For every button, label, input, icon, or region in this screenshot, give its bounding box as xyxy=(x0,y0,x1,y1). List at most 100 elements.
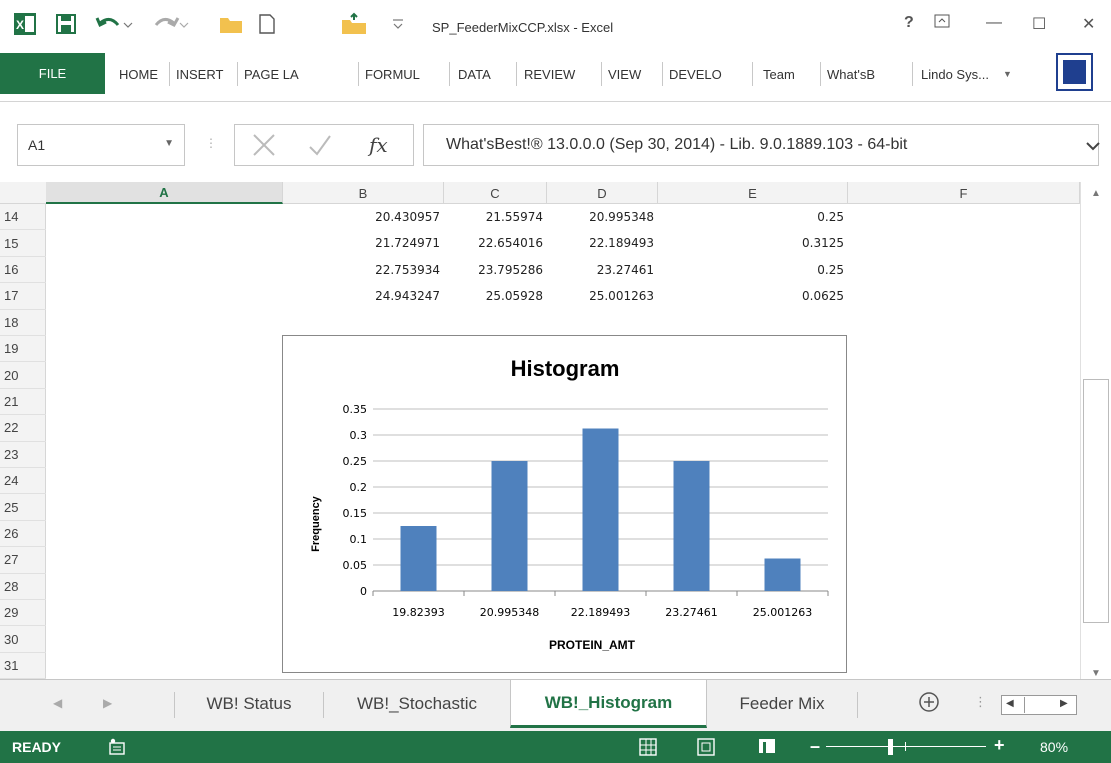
cell-E16[interactable]: 0.25 xyxy=(658,259,848,281)
row-header[interactable]: 16 xyxy=(0,257,46,284)
row-header[interactable]: 26 xyxy=(0,521,46,548)
cell-C14[interactable]: 21.55974 xyxy=(444,206,547,228)
help-button[interactable]: ? xyxy=(904,14,914,32)
chart-bar[interactable] xyxy=(400,526,437,591)
sheet-tab-wb-status[interactable]: WB! Status xyxy=(175,680,323,728)
row-header[interactable]: 30 xyxy=(0,626,46,653)
save-icon[interactable] xyxy=(55,12,77,36)
column-header[interactable]: F xyxy=(848,182,1080,204)
expand-formula-bar-icon[interactable] xyxy=(1086,140,1100,154)
cell-E17[interactable]: 0.0625 xyxy=(658,285,848,307)
chart-bar[interactable] xyxy=(673,461,710,591)
zoom-out-button[interactable]: – xyxy=(810,736,820,757)
row-header[interactable]: 18 xyxy=(0,310,46,336)
cell-D16[interactable]: 23.27461 xyxy=(547,259,658,281)
cell-E14[interactable]: 0.25 xyxy=(658,206,848,228)
column-header[interactable]: C xyxy=(444,182,547,204)
row-header[interactable]: 27 xyxy=(0,547,46,574)
scroll-thumb[interactable] xyxy=(1083,379,1109,623)
row-header[interactable]: 21 xyxy=(0,389,46,416)
page-layout-view-icon[interactable] xyxy=(696,737,716,760)
scroll-sheets-left-icon[interactable]: ◀ xyxy=(53,696,62,710)
file-tab[interactable]: FILE xyxy=(0,53,105,94)
zoom-slider[interactable] xyxy=(826,746,986,747)
tab-insert[interactable]: INSERT xyxy=(176,67,223,82)
column-header[interactable]: B xyxy=(283,182,444,204)
scroll-left-icon[interactable]: ◀ xyxy=(1006,698,1014,709)
row-header[interactable]: 17 xyxy=(0,283,46,310)
column-header[interactable]: D xyxy=(547,182,658,204)
minimize-button[interactable]: — xyxy=(986,14,1002,32)
tab-developer[interactable]: DEVELO xyxy=(669,67,722,82)
row-header[interactable]: 23 xyxy=(0,442,46,468)
row-header[interactable]: 14 xyxy=(0,204,46,231)
worksheet-grid[interactable]: A B C D E F 14 15 16 17 18 19 20 21 22 23 24 25 26 27… xyxy=(0,182,1111,679)
column-header[interactable]: A xyxy=(46,182,283,204)
row-header[interactable]: 19 xyxy=(0,336,46,363)
tab-data[interactable]: DATA xyxy=(458,67,491,82)
name-box[interactable]: A1 ▼ xyxy=(17,124,185,166)
lindo-systems-account[interactable]: Lindo Sys... ▼ xyxy=(921,57,1051,91)
row-header[interactable]: 24 xyxy=(0,468,46,495)
enter-icon[interactable] xyxy=(307,131,333,162)
customize-qat-icon[interactable] xyxy=(392,12,404,36)
cell-D14[interactable]: 20.995348 xyxy=(547,206,658,228)
horizontal-scrollbar[interactable]: ◀ ▶ xyxy=(1001,695,1077,715)
vertical-scrollbar[interactable]: ▲ ▼ xyxy=(1080,182,1111,679)
scroll-right-icon[interactable]: ▶ xyxy=(1060,698,1068,709)
cancel-icon[interactable] xyxy=(251,131,277,162)
tab-team[interactable]: Team xyxy=(763,67,795,82)
cell-C15[interactable]: 22.654016 xyxy=(444,232,547,254)
cell-C16[interactable]: 23.795286 xyxy=(444,259,547,281)
scroll-sheets-right-icon[interactable]: ▶ xyxy=(103,696,112,710)
row-header[interactable]: 25 xyxy=(0,494,46,521)
column-header[interactable]: E xyxy=(658,182,848,204)
splitter-icon[interactable]: ⋮ xyxy=(974,694,987,710)
chart-bar[interactable] xyxy=(764,558,801,592)
redo-icon[interactable] xyxy=(150,12,190,36)
folder-arrow-icon[interactable] xyxy=(340,12,370,36)
lindo-logo-icon[interactable] xyxy=(1056,53,1093,91)
new-file-icon[interactable] xyxy=(258,12,276,36)
scroll-down-icon[interactable]: ▼ xyxy=(1091,668,1101,679)
zoom-slider-thumb[interactable] xyxy=(888,739,893,755)
chart-bar[interactable] xyxy=(582,428,619,592)
row-header[interactable]: 15 xyxy=(0,230,46,257)
open-folder-icon[interactable] xyxy=(218,12,244,36)
macro-record-icon[interactable] xyxy=(108,738,126,759)
undo-icon[interactable] xyxy=(94,12,134,36)
sheet-tab-feeder-mix[interactable]: Feeder Mix xyxy=(707,680,857,728)
tab-review[interactable]: REVIEW xyxy=(524,67,575,82)
row-header[interactable]: 31 xyxy=(0,653,46,679)
insert-function-button[interactable]: fx xyxy=(369,133,388,157)
maximize-button[interactable]: ☐ xyxy=(1032,14,1046,34)
sheet-tab-wb-stochastic[interactable]: WB!_Stochastic xyxy=(324,680,510,728)
cell-E15[interactable]: 0.3125 xyxy=(658,232,848,254)
histogram-chart[interactable]: Histogram Frequency PROTEIN_AMT 0 0.05 0.1… xyxy=(282,335,847,673)
zoom-in-button[interactable]: + xyxy=(994,735,1005,756)
zoom-level[interactable]: 80% xyxy=(1040,739,1068,755)
sheet-tab-wb-histogram[interactable]: WB!_Histogram xyxy=(510,680,707,728)
cell-D15[interactable]: 22.189493 xyxy=(547,232,658,254)
tab-view[interactable]: VIEW xyxy=(608,67,641,82)
row-header[interactable]: 20 xyxy=(0,362,46,389)
cell-B15[interactable]: 21.724971 xyxy=(283,232,444,254)
ribbon-display-button[interactable] xyxy=(934,14,950,33)
cell-D17[interactable]: 25.001263 xyxy=(547,285,658,307)
new-sheet-icon[interactable] xyxy=(917,690,941,717)
close-button[interactable]: ✕ xyxy=(1082,14,1095,34)
cell-B14[interactable]: 20.430957 xyxy=(283,206,444,228)
tab-page-layout[interactable]: PAGE LA xyxy=(244,67,299,82)
page-break-view-icon[interactable] xyxy=(757,737,777,760)
row-header[interactable]: 22 xyxy=(0,415,46,442)
cell-C17[interactable]: 25.05928 xyxy=(444,285,547,307)
chart-bar[interactable] xyxy=(491,461,528,591)
tab-whatsbest[interactable]: What'sB xyxy=(827,67,875,82)
row-header[interactable]: 29 xyxy=(0,600,46,627)
cell-B16[interactable]: 22.753934 xyxy=(283,259,444,281)
row-header[interactable]: 28 xyxy=(0,574,46,600)
cell-B17[interactable]: 24.943247 xyxy=(283,285,444,307)
normal-view-icon[interactable] xyxy=(638,737,658,760)
scroll-up-icon[interactable]: ▲ xyxy=(1091,188,1101,199)
tab-formulas[interactable]: FORMUL xyxy=(365,67,420,82)
